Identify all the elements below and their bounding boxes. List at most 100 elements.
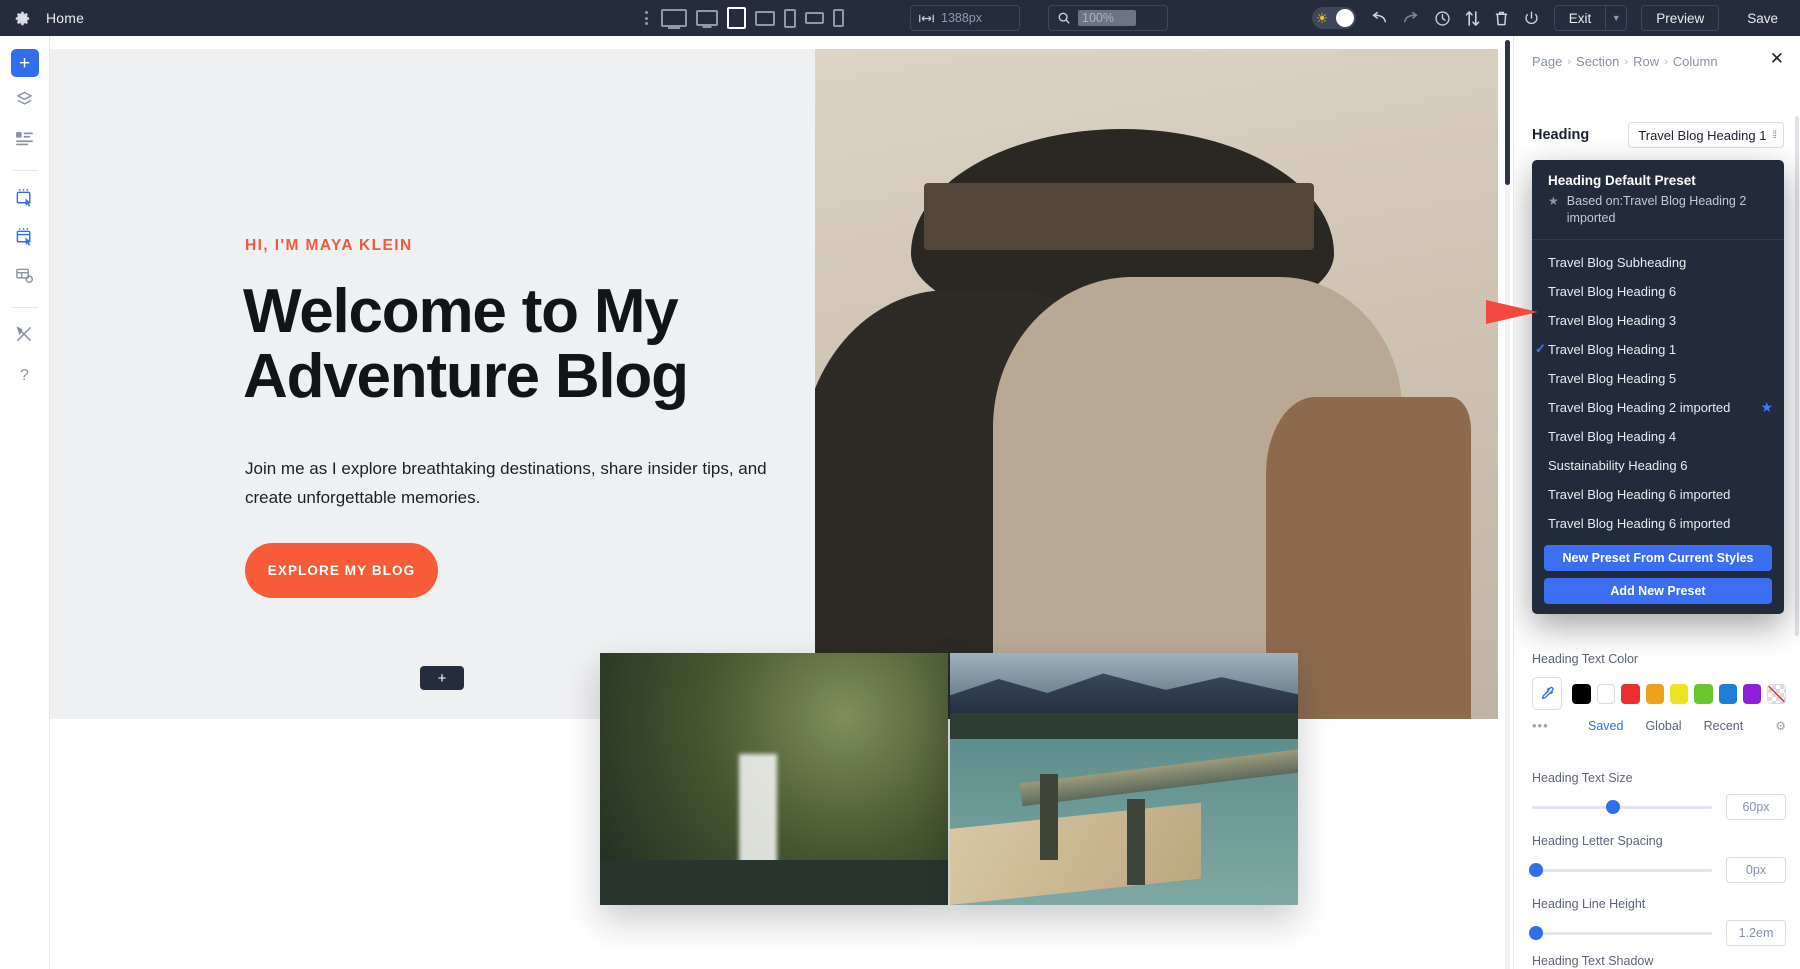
preset-option-label: Travel Blog Subheading [1548,255,1686,270]
color-swatch-row [1532,677,1786,710]
breadcrumb-item-column[interactable]: Column [1673,54,1718,69]
dock-post [1127,799,1144,885]
power-icon[interactable] [1523,10,1540,27]
preset-option[interactable]: Travel Blog Heading 6 [1532,277,1784,306]
preset-options-icon: ⁞⁞ [1772,130,1776,141]
preset-option[interactable]: Travel Blog Heading 3 [1532,306,1784,335]
color-swatch-transparent[interactable] [1767,684,1786,704]
preset-option-selected[interactable]: ✓ Travel Blog Heading 1 [1532,335,1784,364]
trash-icon[interactable] [1494,10,1509,27]
sort-updown-icon[interactable] [1465,10,1480,27]
panel-scrollbar[interactable] [1795,116,1799,636]
settings-panel: Page › Section › Row › Column ✕ Heading … [1513,36,1800,969]
sidebar-item-blocks[interactable] [11,225,39,253]
explore-my-blog-button[interactable]: EXPLORE MY BLOG [245,543,438,598]
breadcrumb-separator: › [1624,56,1628,68]
preset-option-label: Travel Blog Heading 6 imported [1548,487,1730,502]
hero-section[interactable]: HI, I'M MAYA KLEIN Welcome to My Adventu… [50,49,1498,719]
mountain-range [950,668,1298,713]
app-settings-button[interactable] [0,10,46,27]
sidebar-item-layers[interactable] [11,88,39,116]
sun-icon: ☀ [1316,10,1329,26]
layers-icon [15,90,34,114]
color-tab-global[interactable]: Global [1645,719,1681,733]
toolbar-right-group: ☀ Exit ▼ Preview Save [1312,0,1792,36]
light-dark-toggle[interactable]: ☀ [1312,7,1356,29]
hero-paragraph[interactable]: Join me as I explore breathtaking destin… [245,454,775,512]
add-row-button[interactable]: + [420,666,464,690]
sidebar-item-templates[interactable] [11,186,39,214]
breadcrumb-item-row[interactable]: Row [1633,54,1659,69]
breadcrumb-item-section[interactable]: Section [1576,54,1619,69]
heading-line-height-label: Heading Line Height [1532,897,1786,911]
preset-option[interactable]: Travel Blog Heading 2 imported ★ [1532,393,1784,422]
color-swatch-black[interactable] [1572,684,1590,704]
add-new-preset-button[interactable]: Add New Preset [1544,578,1772,604]
device-desktop-large-button[interactable] [661,9,687,27]
photo-hero-woman-hat[interactable] [815,49,1498,719]
device-desktop-button[interactable] [696,10,718,26]
heading-text-size-value[interactable]: 60px [1726,794,1786,820]
preset-option[interactable]: Travel Blog Subheading [1532,248,1784,277]
preset-option-label: Travel Blog Heading 4 [1548,429,1676,444]
sidebar-item-help[interactable]: ? [11,362,39,390]
new-preset-from-current-styles-button[interactable]: New Preset From Current Styles [1544,545,1772,571]
exit-button-group: Exit ▼ [1554,5,1628,31]
sidebar-item-global-settings[interactable] [11,264,39,292]
close-icon[interactable]: ✕ [1770,50,1784,67]
preset-option[interactable]: Travel Blog Heading 4 [1532,422,1784,451]
preview-button[interactable]: Preview [1641,5,1719,31]
heading-letter-spacing-slider[interactable] [1532,869,1712,872]
eyedropper-icon[interactable] [1532,677,1562,710]
device-tablet-portrait-button[interactable] [727,7,746,29]
color-swatch-yellow[interactable] [1670,684,1688,704]
color-swatch-purple[interactable] [1743,684,1761,704]
exit-dropdown-caret-icon[interactable]: ▼ [1605,5,1627,31]
heading-line-height-value[interactable]: 1.2em [1726,920,1786,946]
star-favorite-icon[interactable]: ★ [1760,399,1773,416]
page-canvas[interactable]: HI, I'M MAYA KLEIN Welcome to My Adventu… [50,36,1513,969]
zoom-field[interactable]: 100% [1048,5,1168,31]
canvas-scrollbar-thumb[interactable] [1505,40,1510,185]
hero-eyebrow[interactable]: HI, I'M MAYA KLEIN [245,237,413,255]
save-button[interactable]: Save [1733,5,1792,31]
sidebar-item-tools[interactable] [11,323,39,351]
heading-line-height-slider[interactable] [1532,932,1712,935]
photo-lake-dock[interactable] [950,653,1298,905]
preset-option[interactable]: Travel Blog Heading 6 imported [1532,509,1784,538]
sidebar-item-structure[interactable] [11,127,39,155]
photo-waterfall[interactable] [600,653,948,905]
heading-preset-row: Heading Travel Blog Heading 1 ⁞⁞ [1532,122,1784,148]
heading-letter-spacing-value[interactable]: 0px [1726,857,1786,883]
device-tablet-landscape-button[interactable] [755,11,775,26]
canvas-width-field[interactable]: 1388px [910,5,1020,31]
color-swatch-orange[interactable] [1646,684,1664,704]
dropdown-header-subtitle: Based on:Travel Blog Heading 2 imported [1567,193,1768,227]
redo-icon[interactable] [1402,11,1420,25]
hero-heading[interactable]: Welcome to My Adventure Blog [243,279,803,409]
breadcrumb-item-page[interactable]: Page [1532,54,1562,69]
history-clock-icon[interactable] [1434,10,1451,27]
color-swatch-green[interactable] [1694,684,1712,704]
color-tab-saved[interactable]: Saved [1588,719,1623,733]
more-options-icon[interactable] [645,11,648,25]
color-swatch-red[interactable] [1621,684,1639,704]
preset-option[interactable]: Travel Blog Heading 5 [1532,364,1784,393]
gear-icon[interactable]: ⚙ [1775,719,1786,733]
device-mobile-landscape-button[interactable] [805,12,824,24]
exit-button[interactable]: Exit [1554,5,1606,31]
more-dots-icon[interactable]: ••• [1532,718,1588,733]
preset-dropdown[interactable]: Heading Default Preset ★ Based on:Travel… [1532,160,1784,614]
color-swatch-blue[interactable] [1719,684,1737,704]
preset-option[interactable]: Travel Blog Heading 6 imported [1532,480,1784,509]
device-mobile-small-button[interactable] [833,9,844,27]
heading-text-size-slider[interactable] [1532,806,1712,809]
sidebar-item-add-element[interactable]: + [11,49,39,77]
color-swatch-white[interactable] [1597,684,1616,704]
color-tab-recent[interactable]: Recent [1704,719,1744,733]
preset-option[interactable]: Sustainability Heading 6 [1532,451,1784,480]
undo-icon[interactable] [1370,11,1388,25]
device-mobile-portrait-button[interactable] [784,9,796,28]
canvas-scrollbar[interactable] [1505,40,1510,969]
preset-select[interactable]: Travel Blog Heading 1 ⁞⁞ [1628,122,1784,148]
